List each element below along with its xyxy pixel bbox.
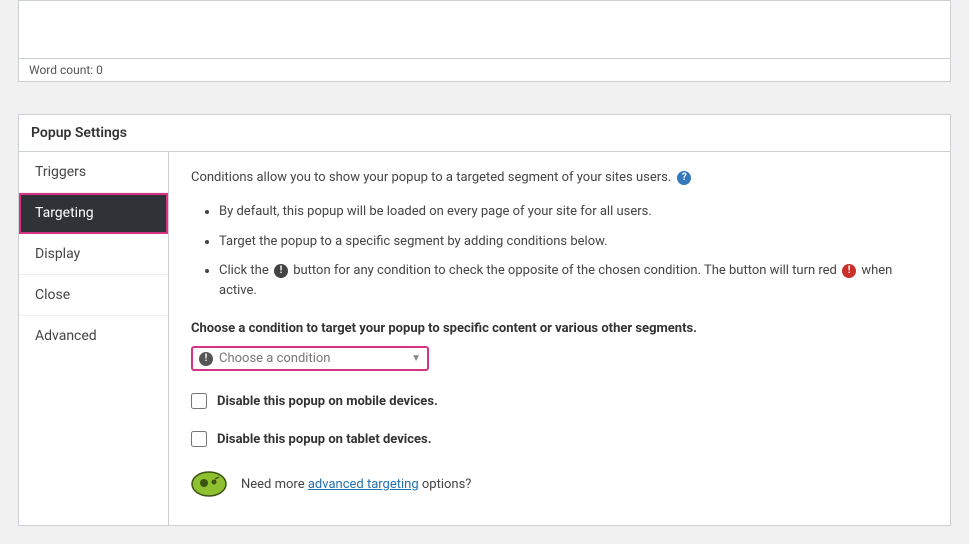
bullet-negate-pre: Click the	[219, 263, 269, 278]
tab-content: Conditions allow you to show your popup …	[169, 152, 950, 525]
disable-tablet-label[interactable]: Disable this popup on tablet devices.	[217, 432, 431, 447]
pro-badge-icon	[191, 471, 227, 497]
disable-tablet-checkbox[interactable]	[191, 431, 207, 447]
help-icon[interactable]: ?	[677, 171, 691, 185]
bullet-negate: Click the ! button for any condition to …	[219, 256, 928, 305]
tab-display[interactable]: Display	[19, 234, 168, 275]
footer-pre: Need more	[241, 477, 308, 492]
word-count-bar: Word count: 0	[18, 58, 951, 82]
intro-text: Conditions allow you to show your popup …	[191, 170, 671, 185]
footer-post: options?	[419, 477, 472, 492]
tab-triggers[interactable]: Triggers	[19, 152, 168, 193]
tab-targeting[interactable]: Targeting	[19, 193, 168, 234]
chevron-down-icon: ▼	[411, 353, 421, 364]
settings-tabs: Triggers Targeting Display Close Advance…	[19, 152, 169, 525]
choose-condition-label: Choose a condition to target your popup …	[191, 321, 928, 336]
word-count-label: Word count: 0	[29, 63, 103, 77]
panel-title: Popup Settings	[19, 115, 950, 152]
bullet-negate-mid: button for any condition to check the op…	[293, 263, 837, 278]
intro-bullets: By default, this popup will be loaded on…	[219, 197, 928, 305]
tab-advanced[interactable]: Advanced	[19, 316, 168, 356]
advanced-targeting-link[interactable]: advanced targeting	[308, 477, 419, 492]
negate-toggle-icon[interactable]: !	[199, 352, 213, 366]
tab-close[interactable]: Close	[19, 275, 168, 316]
negate-icon: !	[274, 264, 288, 278]
bullet-target: Target the popup to a specific segment b…	[219, 227, 928, 257]
footer-text: Need more advanced targeting options?	[241, 477, 471, 492]
editor-area	[18, 0, 951, 58]
disable-mobile-label[interactable]: Disable this popup on mobile devices.	[217, 394, 438, 409]
bullet-default: By default, this popup will be loaded on…	[219, 197, 928, 227]
condition-select-placeholder: Choose a condition	[219, 351, 405, 366]
negate-active-icon: !	[842, 264, 856, 278]
disable-mobile-checkbox[interactable]	[191, 393, 207, 409]
popup-settings-panel: Popup Settings Triggers Targeting Displa…	[18, 114, 951, 526]
condition-select[interactable]: ! Choose a condition ▼	[191, 346, 429, 371]
